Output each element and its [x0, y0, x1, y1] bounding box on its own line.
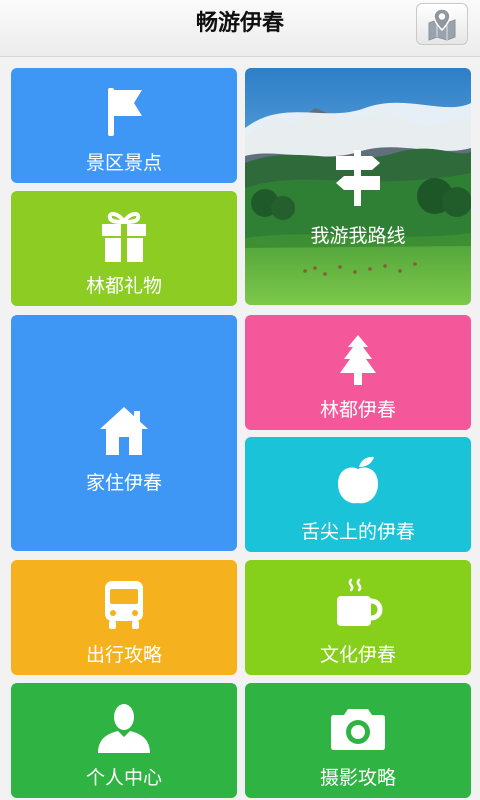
coffee-cup-icon [245, 576, 471, 632]
tile-food-yichun[interactable]: 舌尖上的伊春 [245, 437, 471, 552]
tile-label: 林都礼物 [85, 275, 162, 297]
page-title: 畅游伊春 [195, 11, 284, 36]
bus-icon [11, 577, 237, 631]
gift-icon [11, 208, 237, 264]
tile-personal-center[interactable]: 个人中心 [11, 683, 237, 798]
signpost-icon [245, 148, 471, 208]
tile-my-route[interactable]: 我游我路线 [245, 68, 471, 305]
top-bar: 畅游伊春 [0, 0, 480, 57]
apple-icon [245, 453, 471, 507]
tile-label: 文化伊春 [319, 644, 396, 666]
tile-travel-guide[interactable]: 出行攻略 [11, 560, 237, 675]
tile-label: 舌尖上的伊春 [300, 521, 415, 543]
tile-label: 摄影攻略 [319, 767, 396, 789]
tile-label: 林都伊春 [319, 399, 396, 421]
user-icon [11, 701, 237, 755]
tile-label: 出行攻略 [85, 644, 162, 666]
map-pin-icon [428, 8, 456, 41]
tile-culture-yichun[interactable]: 文化伊春 [245, 560, 471, 675]
map-button[interactable] [416, 3, 468, 45]
camera-icon [245, 705, 471, 751]
tile-label: 我游我路线 [310, 225, 406, 247]
tile-forest-gifts[interactable]: 林都礼物 [11, 191, 237, 306]
flag-icon [11, 84, 237, 138]
tile-label: 个人中心 [85, 767, 162, 789]
tile-photography-guide[interactable]: 摄影攻略 [245, 683, 471, 798]
house-icon [11, 405, 237, 457]
tile-home-yichun[interactable]: 家住伊春 [11, 315, 237, 551]
tile-label: 家住伊春 [85, 472, 162, 494]
tile-forest-yichun[interactable]: 林都伊春 [245, 315, 471, 430]
tile-label: 景区景点 [85, 152, 162, 174]
tile-scenic-spots[interactable]: 景区景点 [11, 68, 237, 183]
tree-icon [245, 333, 471, 389]
